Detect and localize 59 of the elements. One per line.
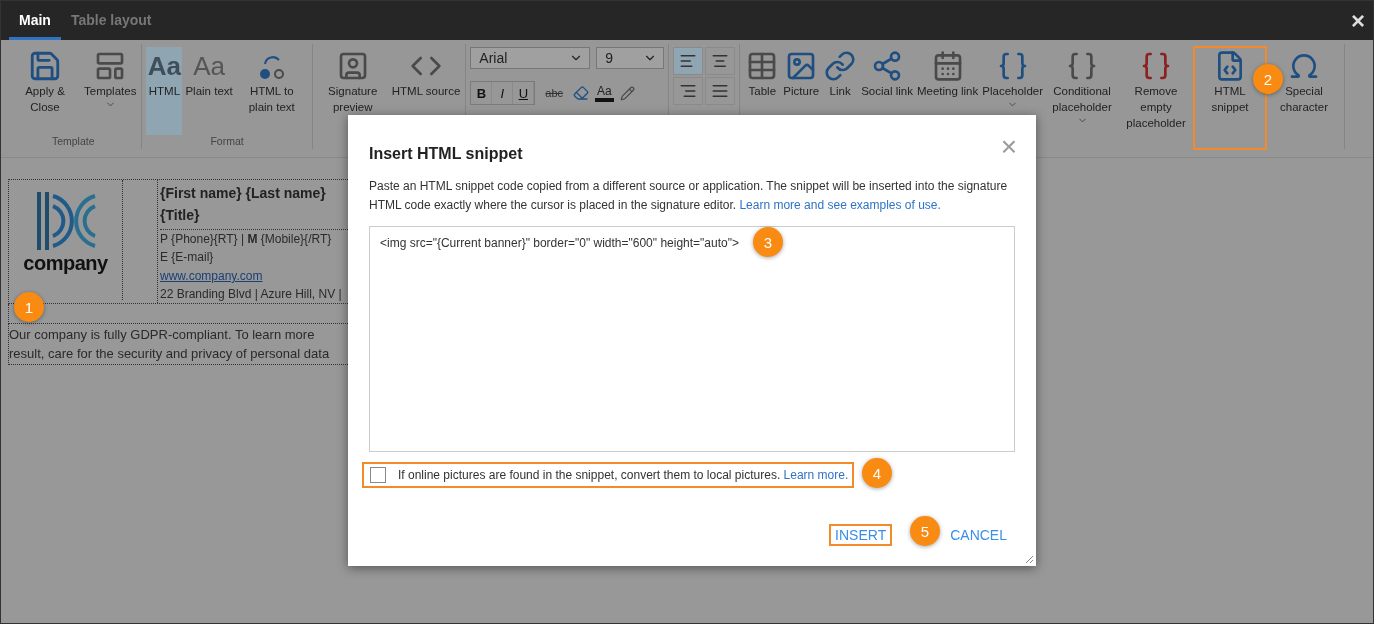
footer-text: Our company is fully GDPR-compliant. To learn more: [9, 326, 316, 344]
ribbon-button[interactable]: HTML to plain text: [235, 47, 308, 135]
tab[interactable]: Table layout: [60, 1, 162, 40]
braces-icon: [1140, 50, 1172, 82]
dialog-button[interactable]: CANCEL: [944, 524, 1013, 546]
dialog-title: Insert HTML snippet: [369, 145, 523, 163]
resize-grip-icon[interactable]: [1024, 554, 1034, 564]
close-button[interactable]: ×: [1351, 8, 1365, 33]
title-placeholder: {Title}: [160, 206, 201, 225]
align-button[interactable]: [673, 77, 704, 105]
signature-line: 22 Branding Blvd | Azure Hill, NV |: [160, 286, 343, 303]
name-placeholder: {First name} {Last name}: [160, 184, 327, 203]
link-icon: [824, 50, 857, 82]
align-button[interactable]: [705, 47, 736, 75]
font-select[interactable]: Arial: [470, 47, 591, 69]
dialog-button[interactable]: INSERT: [829, 524, 893, 546]
signature-line: P {Phone}{RT} | M {Mobile}{/RT}: [160, 231, 333, 248]
align-icon: [679, 52, 698, 70]
format-button[interactable]: I: [492, 82, 514, 104]
checkbox-row[interactable]: If online pictures are found in the snippet, convert them to local pictures. Learn more.: [362, 462, 855, 488]
ribbon-button[interactable]: Picture: [782, 47, 821, 149]
website-link[interactable]: www.company.com: [160, 269, 263, 283]
eraser-icon[interactable]: [573, 85, 590, 101]
pencil-icon[interactable]: [619, 85, 635, 101]
align-icon: [711, 82, 730, 100]
checkbox-label: If online pictures are found in the snippet, convert them to local pictures. Learn more.: [398, 468, 849, 482]
align-icon: [711, 52, 730, 70]
group-label: Format: [209, 135, 245, 149]
format-button[interactable]: B: [471, 82, 493, 104]
ribbon-button[interactable]: Aa Plain text: [184, 47, 234, 135]
align-button[interactable]: [673, 47, 704, 75]
learn-more-link[interactable]: Learn more and see examples of use.: [739, 198, 941, 212]
checkbox[interactable]: [370, 467, 386, 483]
ribbon-button[interactable]: Conditional placeholder: [1046, 47, 1118, 149]
close-button[interactable]: ×: [1000, 133, 1017, 161]
group-label: Template: [50, 135, 96, 149]
font-color-button[interactable]: Aa: [595, 84, 614, 102]
ribbon-button[interactable]: Remove empty placeholder: [1120, 47, 1192, 149]
ribbon-button[interactable]: Meeting link: [915, 47, 980, 149]
format-button[interactable]: U: [513, 82, 535, 104]
strikethrough-button[interactable]: abc: [541, 87, 568, 99]
step-badge: 1: [14, 292, 44, 322]
ribbon-button[interactable]: Table: [744, 47, 781, 149]
braces-icon: [1066, 50, 1098, 82]
align-icon: [679, 82, 698, 100]
ribbon-button[interactable]: Templates: [83, 47, 138, 135]
learn-more-link[interactable]: Learn more.: [783, 468, 849, 482]
signature-line: E {E-mail}: [160, 249, 215, 266]
ribbon-button[interactable]: Link: [822, 47, 859, 149]
save-icon: [28, 49, 62, 83]
ribbon-button[interactable]: Aa HTML: [146, 47, 183, 135]
align-button[interactable]: [705, 77, 736, 105]
footer-text: result, care for the security and privacy of personal data: [9, 345, 331, 363]
ribbon-button[interactable]: Social link: [860, 47, 914, 149]
logo-text: company: [23, 252, 108, 275]
dialog-description: Paste an HTML snippet code copied from a different source or application. The snippet will be inserted into the signature HTML code exactly where the cursor is placed in the signature editor. Learn more and see examples of use.: [369, 178, 1009, 214]
share-icon: [871, 50, 903, 82]
ribbon-button[interactable]: Apply & Close: [9, 47, 81, 135]
size-select[interactable]: 9: [596, 47, 665, 69]
